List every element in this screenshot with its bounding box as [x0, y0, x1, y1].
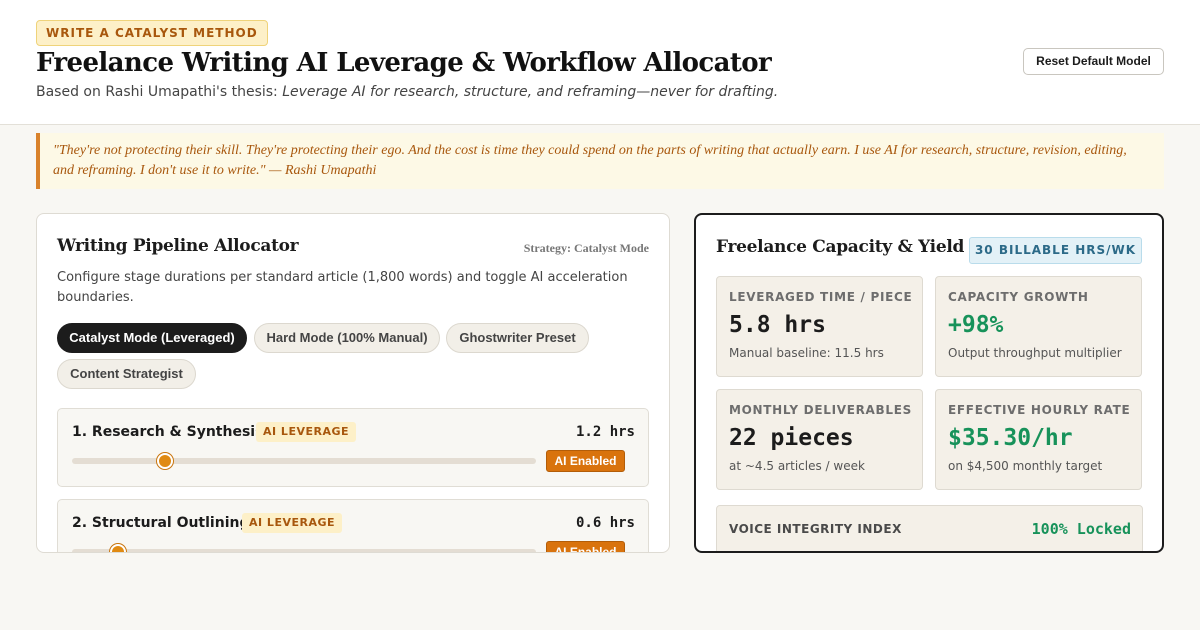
mode-chip-ghostwriter[interactable]: Ghostwriter Preset — [446, 323, 589, 353]
ai-leverage-tag: AI LEVERAGE — [242, 513, 343, 533]
voice-label: VOICE INTEGRITY INDEX — [729, 522, 902, 536]
stat-label: EFFECTIVE HOURLY RATE — [948, 403, 1131, 417]
ai-toggle-button[interactable]: AI Enabled — [546, 450, 625, 472]
stage-name: 2. Structural Outlining — [72, 515, 250, 531]
subtitle-prefix: Based on Rashi Umapathi's thesis: — [36, 84, 283, 100]
method-badge: WRITE A CATALYST METHOD — [36, 20, 268, 46]
stat-value: $35.30/hr — [948, 425, 1073, 451]
ai-leverage-tag: AI LEVERAGE — [256, 422, 357, 442]
stat-label: LEVERAGED TIME / PIECE — [729, 290, 913, 304]
pipeline-description: Configure stage durations per standard a… — [57, 270, 628, 305]
voice-integrity-index: VOICE INTEGRITY INDEX 100% Locked — [716, 505, 1143, 551]
ai-toggle-button[interactable]: AI Enabled — [546, 541, 625, 552]
stat-capacity-growth: CAPACITY GROWTH +98% Output throughput m… — [935, 276, 1142, 377]
stat-leveraged-time: LEVERAGED TIME / PIECE 5.8 hrs Manual ba… — [716, 276, 923, 377]
mode-chip-content-strategist[interactable]: Content Strategist — [57, 359, 196, 389]
strategy-label: Strategy: Catalyst Mode — [523, 241, 649, 255]
stat-value: +98% — [948, 312, 1004, 338]
stat-subtext: Manual baseline: 11.5 hrs — [729, 346, 884, 360]
page-title: Freelance Writing AI Leverage & Workflow… — [36, 48, 772, 78]
page-header: WRITE A CATALYST METHOD Freelance Writin… — [0, 0, 1200, 125]
capacity-yield-panel: Freelance Capacity & Yield 30 BILLABLE H… — [694, 213, 1164, 553]
writing-pipeline-panel: Writing Pipeline Allocator Strategy: Cat… — [36, 213, 670, 553]
mode-chip-catalyst[interactable]: Catalyst Mode (Leveraged) — [57, 323, 247, 353]
stat-label: CAPACITY GROWTH — [948, 290, 1089, 304]
reset-default-model-button[interactable]: Reset Default Model — [1023, 48, 1164, 75]
stage-duration-slider[interactable] — [72, 453, 536, 469]
stat-monthly-deliverables: MONTHLY DELIVERABLES 22 pieces at ~4.5 a… — [716, 389, 923, 490]
subtitle-thesis: Leverage AI for research, structure, and… — [282, 84, 779, 100]
stat-subtext: on $4,500 monthly target — [948, 459, 1103, 473]
stage-research: 1. Research & Synthesis AI LEVERAGE 1.2 … — [57, 408, 649, 487]
capacity-title: Freelance Capacity & Yield — [716, 237, 965, 257]
voice-value: 100% Locked — [1031, 520, 1131, 538]
stage-hours: 0.6 hrs — [575, 515, 635, 531]
stat-effective-hourly-rate: EFFECTIVE HOURLY RATE $35.30/hr on $4,50… — [935, 389, 1142, 490]
slider-thumb[interactable] — [156, 453, 173, 469]
thesis-quote: "They're not protecting their skill. The… — [36, 133, 1164, 189]
stat-subtext: at ~4.5 articles / week — [729, 459, 865, 473]
page-subtitle: Based on Rashi Umapathi's thesis: Levera… — [36, 84, 778, 100]
stat-label: MONTHLY DELIVERABLES — [729, 403, 912, 417]
stat-value: 5.8 hrs — [729, 312, 826, 338]
mode-chip-hard-mode[interactable]: Hard Mode (100% Manual) — [254, 323, 440, 353]
pipeline-title: Writing Pipeline Allocator — [57, 236, 299, 256]
stage-hours: 1.2 hrs — [575, 424, 635, 440]
slider-thumb[interactable] — [110, 544, 127, 552]
stat-value: 22 pieces — [729, 425, 854, 451]
stat-subtext: Output throughput multiplier — [948, 346, 1122, 360]
stage-duration-slider[interactable] — [72, 544, 536, 552]
stage-name: 1. Research & Synthesis — [72, 424, 264, 440]
billable-hours-badge: 30 BILLABLE HRS/WK — [969, 237, 1142, 264]
stage-outlining: 2. Structural Outlining AI LEVERAGE 0.6 … — [57, 499, 649, 552]
